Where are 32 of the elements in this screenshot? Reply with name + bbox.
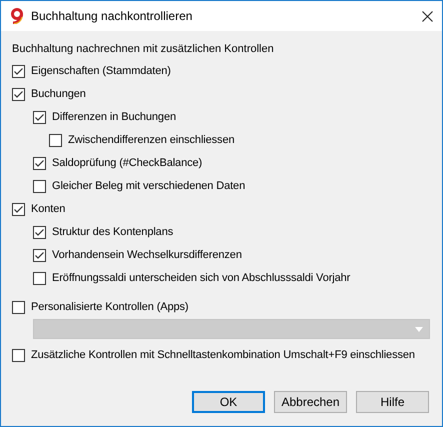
checkbox-label: Eigenschaften (Stammdaten) [31, 64, 171, 80]
checkbox-label: Gleicher Beleg mit verschiedenen Daten [52, 179, 246, 194]
window-title: Buchhaltung nachkontrollieren [31, 8, 192, 25]
checkbox-label: Buchungen [31, 87, 86, 102]
checkbox-label: Vorhandensein Wechselkursdifferenzen [52, 248, 242, 264]
checkbox[interactable] [12, 349, 25, 362]
checkbox-label: Struktur des Kontenplans [52, 225, 174, 240]
intro-text: Buchhaltung nachrechnen mit zusätzlichen Kontrollen [12, 42, 275, 57]
checkbox-label: Personalisierte Kontrollen (Apps) [31, 300, 189, 316]
checkbox-label: Zwischendifferenzen einschliessen [68, 133, 234, 148]
checkbox[interactable] [12, 65, 25, 78]
dialog-button[interactable]: Abbrechen [274, 391, 347, 413]
app-logo-icon [9, 8, 25, 24]
checkbox-label: Saldoprüfung (#CheckBalance) [52, 156, 202, 172]
checkbox[interactable] [33, 272, 46, 285]
dialog-button[interactable]: OK [192, 391, 265, 413]
checkbox[interactable] [33, 157, 46, 170]
checkbox[interactable] [12, 203, 25, 216]
checkbox-label: Differenzen in Buchungen [52, 110, 176, 126]
dialog-button[interactable]: Hilfe [356, 391, 429, 413]
checkbox[interactable] [12, 88, 25, 101]
checkbox[interactable] [33, 249, 46, 262]
checkbox[interactable] [12, 301, 25, 314]
checkbox[interactable] [33, 226, 46, 239]
checkbox[interactable] [33, 180, 46, 193]
checkbox[interactable] [33, 111, 46, 124]
close-icon[interactable] [422, 10, 433, 22]
checkbox-label: Eröffnungssaldi unterscheiden sich von Abschlusssaldi Vorjahr [52, 271, 350, 286]
checkbox[interactable] [49, 134, 62, 147]
checkbox-label: Konten [31, 202, 66, 218]
dropdown-arrow-icon [415, 326, 423, 332]
checkbox-label: Zusätzliche Kontrollen mit Schnelltastenkombination Umschalt+F9 einschliessen [31, 348, 415, 364]
